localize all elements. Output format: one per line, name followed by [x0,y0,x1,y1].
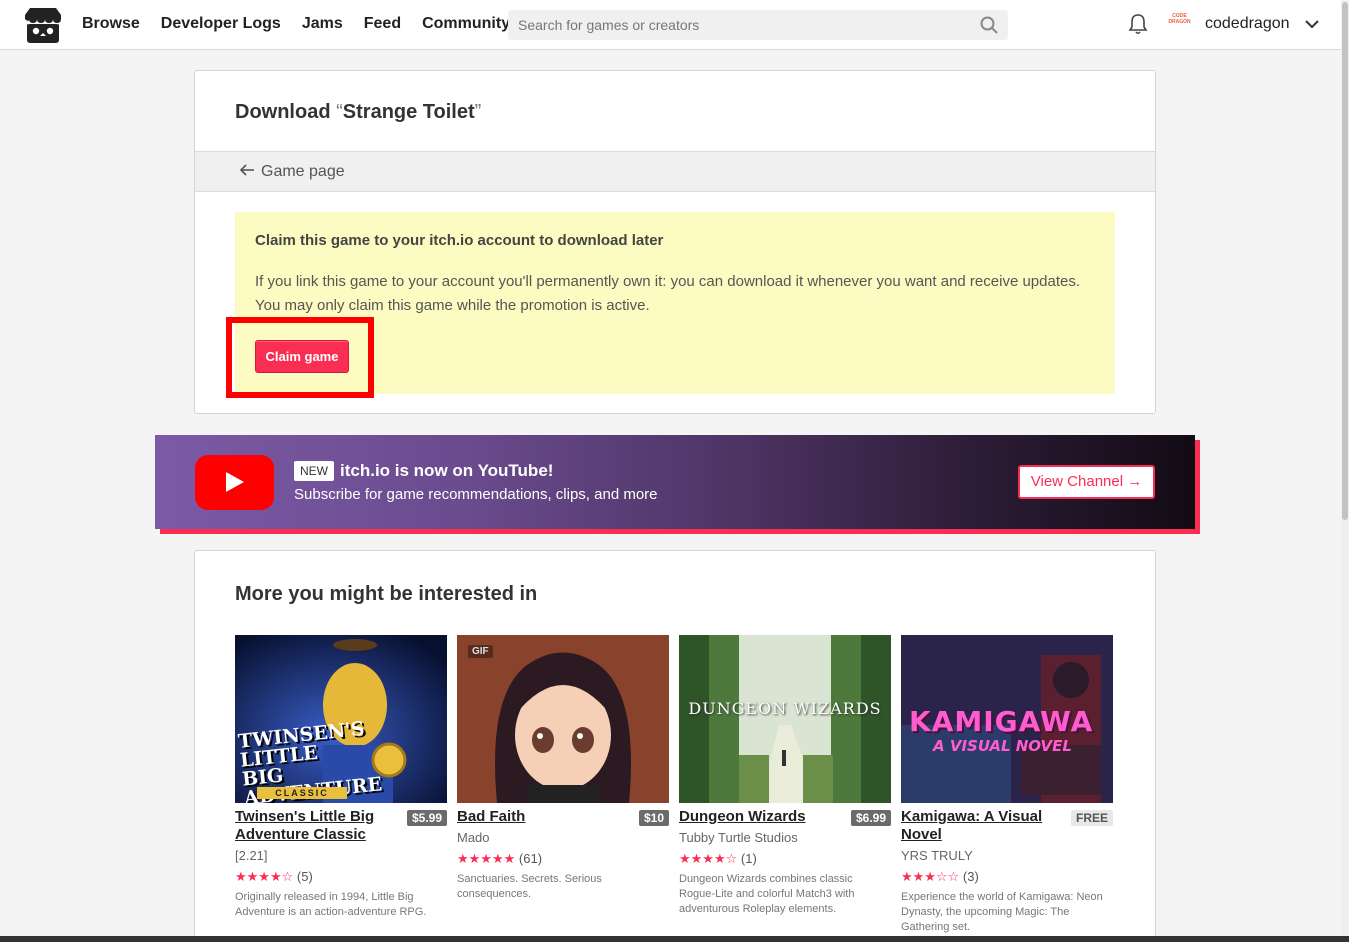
avatar[interactable]: CODE DRAGON [1166,13,1193,35]
game-rating: ★★★★☆ (1) [679,851,891,867]
rating-count: (61) [518,851,543,866]
game-title[interactable]: Kamigawa: A Visual Novel [901,808,1051,844]
game-thumbnail[interactable]: DUNGEON WIZARDS [679,635,891,803]
game-title[interactable]: Dungeon Wizards [679,808,829,826]
game-thumbnail[interactable]: KAMIGAWA A VISUAL NOVEL [901,635,1113,803]
game-page-link[interactable]: Game page [239,162,345,182]
bottom-strip [0,936,1349,942]
scrollbar-thumb[interactable] [1342,2,1348,520]
game-thumbnail[interactable]: TWINSEN'S LITTLE BIG ADVENTURE CLASSIC [235,635,447,803]
game-rating: ★★★☆☆ (3) [901,869,1113,885]
game-card[interactable]: KAMIGAWA A VISUAL NOVEL Kamigawa: A Visu… [901,635,1113,935]
username[interactable]: codedragon [1205,14,1290,34]
bell-icon[interactable] [1128,13,1148,35]
game-page-bar: Game page [195,151,1155,192]
nav-developer-logs[interactable]: Developer Logs [161,14,281,34]
game-page-label: Game page [261,163,345,180]
game-rating: ★★★★☆ (5) [235,869,447,885]
game-thumbnail[interactable]: GIF [457,635,669,803]
game-description: Sanctuaries. Secrets. Serious consequenc… [457,873,602,900]
game-author[interactable]: YRS TRULY [901,848,1113,864]
game-title-row: Bad Faith $10 [457,808,669,826]
main-nav: Browse Developer Logs Jams Feed Communit… [82,14,510,34]
price-badge: $10 [638,810,669,826]
game-card[interactable]: GIF Bad Faith $10 Mado ★★★★★ (61) Sanctu… [457,635,669,902]
cover-title: KAMIGAWA [909,705,1094,738]
game-author[interactable]: Mado [457,830,669,846]
game-title[interactable]: Bad Faith [457,808,607,826]
game-card[interactable]: TWINSEN'S LITTLE BIG ADVENTURE CLASSIC T… [235,635,447,920]
game-author[interactable]: [2.21] [235,848,447,864]
star-rating: ★★★☆☆ [901,869,960,884]
search-icon[interactable] [980,16,998,34]
game-name: Strange Toilet [342,101,475,123]
game-description: Dungeon Wizards combines classic Rogue-L… [679,873,855,915]
price-badge: FREE [1070,810,1113,826]
price-badge: $5.99 [406,810,447,826]
rating-count: (3) [962,869,979,884]
chevron-down-icon[interactable] [1304,17,1320,31]
rating-count: (5) [296,869,313,884]
arrow-left-icon [239,162,255,182]
title-close-quote: ” [474,101,482,123]
cover-subtitle: A VISUAL NOVEL [933,737,1072,755]
game-title-row: Twinsen's Little Big Adventure Classic $… [235,808,447,844]
recommendations-title: More you might be interested in [235,583,538,605]
youtube-banner[interactable]: NEW itch.io is now on YouTube! Subscribe… [155,435,1195,529]
youtube-play-icon [195,455,274,510]
nav-browse[interactable]: Browse [82,14,140,34]
title-open-quote: “ [336,101,343,123]
banner-subtitle: Subscribe for game recommendations, clip… [294,486,658,503]
game-author[interactable]: Tubby Turtle Studios [679,830,891,846]
game-rating: ★★★★★ (61) [457,851,669,867]
price-badge: $6.99 [850,810,891,826]
game-title-row: Kamigawa: A Visual Novel FREE [901,808,1113,844]
gif-badge: GIF [468,645,493,658]
game-title-row: Dungeon Wizards $6.99 [679,808,891,826]
cover-title: DUNGEON WIZARDS [688,699,882,718]
new-badge: NEW [294,461,334,481]
game-title[interactable]: Twinsen's Little Big Adventure Classic [235,808,385,844]
title-prefix: Download [235,101,337,123]
claim-description: If you link this game to your account yo… [255,273,1080,314]
rating-count: (1) [740,851,757,866]
game-description: Experience the world of Kamigawa: Neon D… [901,891,1103,933]
game-card[interactable]: DUNGEON WIZARDS Dungeon Wizards $6.99 Tu… [679,635,891,917]
recommendations-panel: More you might be interested in TWINSEN'… [194,550,1156,942]
nav-feed[interactable]: Feed [364,14,401,34]
nav-jams[interactable]: Jams [302,14,343,34]
game-description: Originally released in 1994, Little Big … [235,891,427,918]
star-rating: ★★★★★ [457,851,516,866]
claim-game-button[interactable]: Claim game [255,340,349,373]
nav-community[interactable]: Community [422,14,510,34]
claim-title: Claim this game to your itch.io account … [255,232,664,249]
view-channel-button[interactable]: View Channel → [1018,465,1155,499]
search-box [508,10,1008,40]
star-rating: ★★★★☆ [679,851,738,866]
top-header: Browse Developer Logs Jams Feed Communit… [0,0,1341,50]
itchio-logo-icon[interactable] [24,7,62,43]
banner-headline: itch.io is now on YouTube! [340,461,554,480]
search-input[interactable] [508,10,968,40]
page-title: Download “Strange Toilet” [235,100,481,124]
page-scrollbar[interactable] [1341,0,1349,942]
star-rating: ★★★★☆ [235,869,294,884]
cover-subtitle: CLASSIC [257,787,347,799]
